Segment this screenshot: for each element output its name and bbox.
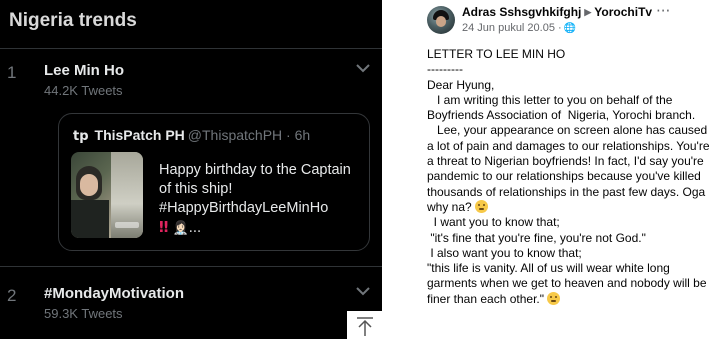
trend-rank: 2 bbox=[7, 286, 17, 305]
chevron-down-icon[interactable] bbox=[355, 285, 371, 297]
chevron-down-icon[interactable] bbox=[355, 62, 371, 74]
avatar-face bbox=[436, 16, 446, 27]
tweet-author[interactable]: ThisPatch PH bbox=[95, 127, 185, 143]
trend-name[interactable]: Lee Min Ho bbox=[44, 62, 124, 79]
trend-name[interactable]: #MondayMotivation bbox=[44, 285, 184, 302]
more-options-icon[interactable]: ··· bbox=[656, 2, 670, 20]
letter-paragraph: I also want you to know that; bbox=[427, 245, 582, 260]
triangle-right-icon: ▶ bbox=[584, 7, 592, 17]
double-exclamation-icon: ‼ bbox=[159, 218, 169, 236]
group-name[interactable]: YorochiTv bbox=[594, 5, 652, 19]
scroll-to-top-button[interactable] bbox=[347, 311, 382, 339]
post-header: Adras Sshsgvhkifghj ▶ YorochiTv bbox=[462, 5, 652, 19]
letter-paragraph: I am writing this letter to you on behal… bbox=[427, 92, 696, 123]
thumbnail-body bbox=[71, 200, 109, 238]
thumbnail-watermark bbox=[115, 222, 139, 228]
tweet-ellipsis: ... bbox=[188, 221, 202, 236]
letter-paragraph: "it's fine that you're fine, you're not … bbox=[427, 230, 646, 245]
health-worker-emoji-icon: 👩🏻‍⚕️ bbox=[172, 221, 189, 236]
letter-title: LETTER TO LEE MIN HO bbox=[427, 47, 566, 61]
divider bbox=[0, 48, 382, 49]
thispatch-logo: tp bbox=[73, 129, 89, 144]
letter-rule: --------- bbox=[427, 62, 463, 77]
post-body: LETTER TO LEE MIN HO --------- Dear Hyun… bbox=[427, 47, 713, 307]
divider bbox=[0, 266, 382, 267]
tweet-handle-time: @ThispatchPH · 6h bbox=[187, 127, 311, 143]
trends-section-title: Nigeria trends bbox=[9, 10, 137, 31]
trend-rank: 1 bbox=[7, 63, 17, 82]
post-timestamp[interactable]: 24 Jun pukul 20.05 · 🌐 bbox=[462, 22, 576, 34]
letter-paragraph: I want you to know that; bbox=[427, 215, 560, 230]
globe-icon: 🌐 bbox=[563, 23, 577, 34]
tweet-header: tp ThisPatch PH @ThispatchPH · 6h bbox=[73, 127, 310, 144]
letter-greeting: Dear Hyung, bbox=[427, 77, 495, 92]
trend-tweet-count: 59.3K Tweets bbox=[44, 306, 123, 321]
thinking-face-emoji-icon bbox=[475, 199, 489, 213]
post-date-text: 24 Jun pukul 20.05 · bbox=[462, 22, 562, 34]
pensive-face-emoji-icon bbox=[547, 291, 561, 305]
thumbnail-face bbox=[80, 174, 98, 196]
poster-name[interactable]: Adras Sshsgvhkifghj bbox=[462, 5, 581, 19]
avatar[interactable] bbox=[427, 6, 455, 34]
arrow-up-icon bbox=[357, 317, 373, 336]
embedded-tweet-card[interactable]: tp ThisPatch PH @ThispatchPH · 6h Happy bi… bbox=[58, 113, 370, 251]
tweet-thumbnail-image[interactable] bbox=[71, 152, 143, 238]
letter-paragraph: Lee, your appearance on screen alone has… bbox=[427, 123, 713, 214]
tweet-emoji-line: ‼ 👩🏻‍⚕️... bbox=[159, 218, 201, 236]
letter-paragraph: "this life is vanity. All of us will wea… bbox=[427, 261, 710, 306]
trend-tweet-count: 44.2K Tweets bbox=[44, 83, 123, 98]
tweet-text: Happy birthday to the Captain of this sh… bbox=[159, 162, 351, 216]
twitter-trends-panel: Nigeria trends 1 Lee Min Ho 44.2K Tweets… bbox=[0, 0, 382, 339]
